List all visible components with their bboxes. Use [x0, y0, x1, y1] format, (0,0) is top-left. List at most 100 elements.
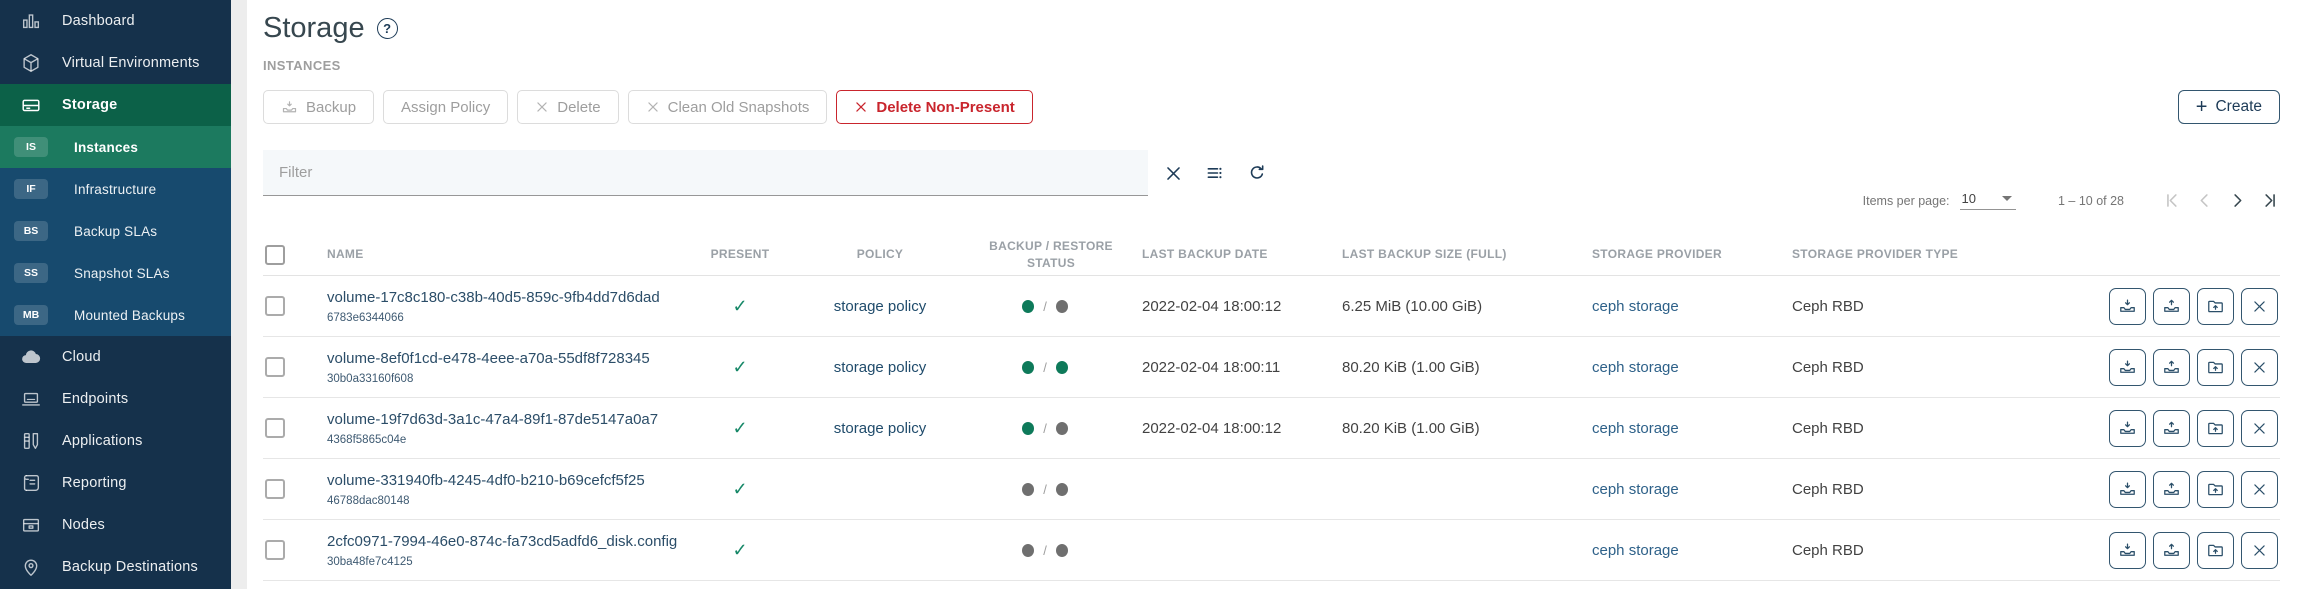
restore-up-icon	[2162, 358, 2181, 377]
cloud-icon	[18, 346, 44, 368]
volume-name-link[interactable]: volume-17c8c180-c38b-40d5-859c-9fb4dd7d6…	[327, 289, 680, 307]
sidebar-item-label: Mounted Backups	[74, 308, 185, 323]
row-folder-restore-button[interactable]	[2197, 410, 2234, 447]
sidebar-item-snapshot-slas[interactable]: SS Snapshot SLAs	[0, 252, 231, 294]
sidebar-item-mounted-backups[interactable]: MB Mounted Backups	[0, 294, 231, 336]
row-checkbox[interactable]	[265, 540, 285, 560]
present-check-icon: ✓	[732, 418, 747, 439]
storage-provider-link[interactable]: ceph storage	[1592, 420, 1679, 437]
close-icon	[2251, 298, 2268, 315]
plus-icon: +	[2196, 96, 2208, 119]
sidebar-item-cloud[interactable]: Cloud	[0, 336, 231, 378]
volume-id: 30b0a33160f608	[327, 373, 680, 385]
sidebar-item-nodes[interactable]: Nodes	[0, 504, 231, 546]
status-separator: /	[1043, 421, 1047, 436]
last-backup-date: 2022-02-04 18:00:12	[1130, 420, 1330, 437]
next-page-icon[interactable]	[2228, 191, 2247, 210]
sidebar-item-reporting[interactable]: Reporting	[0, 462, 231, 504]
backup-restore-status: /	[960, 543, 1130, 558]
sidebar-item-backup-slas[interactable]: BS Backup SLAs	[0, 210, 231, 252]
clear-filter-icon[interactable]	[1164, 164, 1183, 183]
previous-page-icon[interactable]	[2195, 191, 2214, 210]
storage-provider-link[interactable]: ceph storage	[1592, 481, 1679, 498]
sidebar-item-dashboard[interactable]: Dashboard	[0, 0, 231, 42]
row-restore-button[interactable]	[2153, 410, 2190, 447]
row-checkbox[interactable]	[265, 296, 285, 316]
assign-policy-button[interactable]: Assign Policy	[383, 90, 508, 124]
apps-icon	[18, 430, 44, 452]
restore-status-dot	[1056, 361, 1068, 374]
select-all-checkbox[interactable]	[265, 245, 285, 265]
sidebar-item-infrastructure[interactable]: IF Infrastructure	[0, 168, 231, 210]
first-page-icon[interactable]	[2162, 191, 2181, 210]
row-delete-button[interactable]	[2241, 349, 2278, 386]
filter-input[interactable]	[263, 150, 1148, 196]
volume-name-link[interactable]: 2cfc0971-7994-46e0-874c-fa73cd5adfd6_dis…	[327, 533, 680, 551]
volume-name-link[interactable]: volume-331940fb-4245-4df0-b210-b69cefcf5…	[327, 472, 680, 490]
row-folder-restore-button[interactable]	[2197, 288, 2234, 325]
help-icon[interactable]: ?	[377, 18, 398, 39]
storage-provider-link[interactable]: ceph storage	[1592, 542, 1679, 559]
policy-link[interactable]: storage policy	[834, 298, 927, 315]
restore-status-dot	[1056, 483, 1068, 496]
backup-restore-status: /	[960, 360, 1130, 375]
row-restore-button[interactable]	[2153, 288, 2190, 325]
row-folder-restore-button[interactable]	[2197, 349, 2234, 386]
row-checkbox[interactable]	[265, 418, 285, 438]
row-restore-button[interactable]	[2153, 349, 2190, 386]
policy-link[interactable]: storage policy	[834, 359, 927, 376]
status-separator: /	[1043, 299, 1047, 314]
row-delete-button[interactable]	[2241, 410, 2278, 447]
policy-link[interactable]: storage policy	[834, 420, 927, 437]
column-header-status: BACKUP / RESTORE STATUS	[960, 238, 1130, 270]
backup-icon	[281, 99, 298, 116]
clean-old-snapshots-button[interactable]: Clean Old Snapshots	[628, 90, 828, 124]
sidebar-item-label: Backup SLAs	[74, 224, 157, 239]
volume-id: 6783e6344066	[327, 312, 680, 324]
row-delete-button[interactable]	[2241, 288, 2278, 325]
row-backup-button[interactable]	[2109, 532, 2146, 569]
last-page-icon[interactable]	[2261, 191, 2280, 210]
mounted-backups-badge: MB	[14, 305, 48, 325]
sidebar-item-backup-destinations[interactable]: Backup Destinations	[0, 546, 231, 588]
row-folder-restore-button[interactable]	[2197, 532, 2234, 569]
sidebar-item-applications[interactable]: Applications	[0, 420, 231, 462]
row-restore-button[interactable]	[2153, 532, 2190, 569]
row-backup-button[interactable]	[2109, 288, 2146, 325]
status-separator: /	[1043, 543, 1047, 558]
delete-non-present-button-label: Delete Non-Present	[876, 99, 1014, 116]
storage-provider-link[interactable]: ceph storage	[1592, 359, 1679, 376]
row-backup-button[interactable]	[2109, 410, 2146, 447]
sidebar-item-endpoints[interactable]: Endpoints	[0, 378, 231, 420]
restore-up-icon	[2162, 541, 2181, 560]
delete-non-present-button[interactable]: Delete Non-Present	[836, 90, 1032, 124]
create-button[interactable]: + Create	[2178, 90, 2280, 124]
row-delete-button[interactable]	[2241, 532, 2278, 569]
sidebar-item-instances[interactable]: IS Instances	[0, 126, 231, 168]
row-delete-button[interactable]	[2241, 471, 2278, 508]
close-icon	[646, 100, 660, 114]
volume-name-link[interactable]: volume-8ef0f1cd-e478-4eee-a70a-55df8f728…	[327, 350, 680, 368]
sidebar-item-label: Infrastructure	[74, 182, 156, 197]
items-per-page-select[interactable]: 10	[1960, 191, 2016, 210]
row-checkbox[interactable]	[265, 479, 285, 499]
sidebar-item-label: Storage	[62, 97, 117, 113]
backup-button[interactable]: Backup	[263, 90, 374, 124]
storage-provider-type: Ceph RBD	[1780, 359, 2050, 376]
row-actions	[2050, 349, 2280, 386]
row-backup-button[interactable]	[2109, 349, 2146, 386]
row-checkbox[interactable]	[265, 357, 285, 377]
row-restore-button[interactable]	[2153, 471, 2190, 508]
volume-name-link[interactable]: volume-19f7d63d-3a1c-47a4-89f1-87de5147a…	[327, 411, 680, 429]
column-list-icon[interactable]	[1205, 163, 1225, 183]
location-pin-icon	[18, 556, 44, 578]
storage-provider-link[interactable]: ceph storage	[1592, 298, 1679, 315]
sidebar-item-virtual-environments[interactable]: Virtual Environments	[0, 42, 231, 84]
row-folder-restore-button[interactable]	[2197, 471, 2234, 508]
sidebar-item-storage[interactable]: Storage	[0, 84, 231, 126]
folder-up-icon	[2206, 358, 2225, 377]
backup-button-label: Backup	[306, 99, 356, 116]
row-backup-button[interactable]	[2109, 471, 2146, 508]
refresh-icon[interactable]	[1247, 163, 1267, 183]
delete-button[interactable]: Delete	[517, 90, 618, 124]
